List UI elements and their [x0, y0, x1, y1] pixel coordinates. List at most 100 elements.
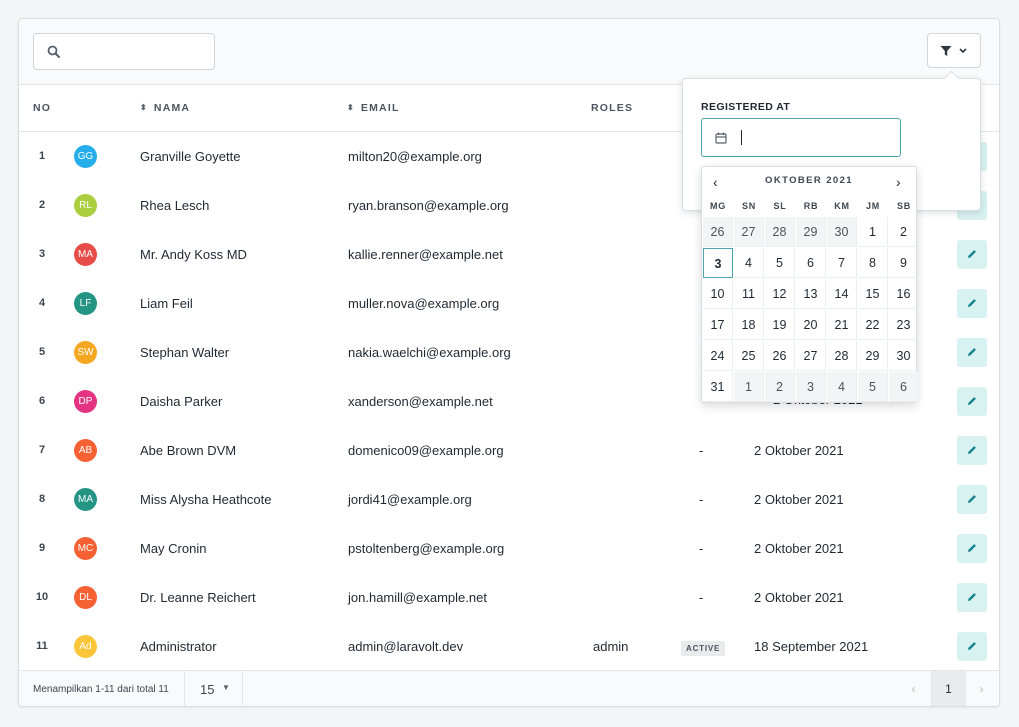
caret-down-icon: ▼ — [222, 683, 230, 692]
pagination: ‹ 1 › — [897, 671, 999, 706]
calendar-day[interactable]: 9 — [889, 248, 919, 278]
calendar-day[interactable]: 3 — [703, 248, 733, 278]
registered-date: 2 Oktober 2021 — [754, 541, 844, 556]
row-number: 5 — [38, 346, 46, 358]
calendar-day[interactable]: 30 — [889, 341, 919, 371]
calendar-day[interactable]: 2 — [889, 217, 919, 247]
calendar-day[interactable]: 25 — [734, 341, 764, 371]
calendar-day[interactable]: 29 — [858, 341, 888, 371]
user-email: jordi41@example.org — [348, 492, 472, 507]
calendar-day-outside-month[interactable]: 28 — [765, 217, 795, 247]
filter-button[interactable] — [927, 33, 981, 68]
calendar-day-outside-month[interactable]: 6 — [889, 372, 919, 402]
calendar-day[interactable]: 23 — [889, 310, 919, 340]
user-name: Daisha Parker — [140, 394, 223, 409]
next-page-button[interactable]: › — [965, 671, 998, 706]
user-status: - — [699, 492, 704, 507]
calendar-day[interactable]: 27 — [796, 341, 826, 371]
calendar-day[interactable]: 5 — [765, 248, 795, 278]
edit-button[interactable] — [957, 387, 987, 416]
calendar-day[interactable]: 22 — [858, 310, 888, 340]
calendar-day[interactable]: 24 — [703, 341, 733, 371]
pencil-icon — [968, 348, 976, 356]
calendar-day-outside-month[interactable]: 1 — [734, 372, 764, 402]
search-input[interactable] — [33, 33, 215, 70]
edit-button[interactable] — [957, 534, 987, 563]
table-toolbar — [19, 19, 999, 85]
registered-date: 2 Oktober 2021 — [754, 590, 844, 605]
user-email: milton20@example.org — [348, 149, 482, 164]
text-cursor — [741, 130, 742, 145]
calendar-day[interactable]: 14 — [827, 279, 857, 309]
user-roles: admin — [593, 639, 629, 654]
user-email: jon.hamill@example.net — [348, 590, 487, 605]
page-button[interactable]: 1 — [931, 671, 966, 706]
per-page-value: 15 — [200, 682, 215, 697]
sort-icon: ⬍ — [347, 103, 355, 112]
edit-button[interactable] — [957, 240, 987, 269]
calendar-day[interactable]: 6 — [796, 248, 826, 278]
calendar-day-outside-month[interactable]: 4 — [827, 372, 857, 402]
row-number: 7 — [38, 444, 46, 456]
next-month-button[interactable]: › — [896, 174, 901, 190]
pencil-icon — [968, 250, 976, 258]
avatar: MA — [74, 243, 97, 266]
calendar-day-outside-month[interactable]: 2 — [765, 372, 795, 402]
row-number: 3 — [38, 248, 46, 260]
edit-button[interactable] — [957, 583, 987, 612]
edit-button[interactable] — [957, 632, 987, 661]
avatar: SW — [74, 341, 97, 364]
calendar-day[interactable]: 18 — [734, 310, 764, 340]
calendar-day[interactable]: 20 — [796, 310, 826, 340]
filter-label-registered-at: REGISTERED AT — [701, 101, 791, 113]
calendar-day[interactable]: 4 — [734, 248, 764, 278]
column-header-email[interactable]: ⬍ EMAIL — [347, 102, 400, 114]
edit-button[interactable] — [957, 436, 987, 465]
calendar-day-outside-month[interactable]: 26 — [703, 217, 733, 247]
calendar-day[interactable]: 13 — [796, 279, 826, 309]
edit-button[interactable] — [957, 289, 987, 318]
column-header-name[interactable]: ⬍ NAMA — [140, 102, 190, 114]
calendar-day[interactable]: 16 — [889, 279, 919, 309]
edit-button[interactable] — [957, 485, 987, 514]
edit-button[interactable] — [957, 338, 987, 367]
user-email: ryan.branson@example.org — [348, 198, 509, 213]
registered-at-date-input[interactable] — [701, 118, 901, 157]
calendar-day[interactable]: 31 — [703, 372, 733, 402]
calendar-day[interactable]: 21 — [827, 310, 857, 340]
filter-icon — [940, 46, 952, 56]
registered-date: 2 Oktober 2021 — [754, 443, 844, 458]
search-icon — [47, 45, 61, 59]
status-badge: ACTIVE — [681, 641, 726, 656]
calendar-day[interactable]: 7 — [827, 248, 857, 278]
calendar-day-outside-month[interactable]: 29 — [796, 217, 826, 247]
user-name: Stephan Walter — [140, 345, 230, 360]
calendar-day[interactable]: 1 — [858, 217, 888, 247]
calendar-day[interactable]: 12 — [765, 279, 795, 309]
pencil-icon — [968, 593, 976, 601]
calendar-day-outside-month[interactable]: 5 — [858, 372, 888, 402]
column-header-name-label: NAMA — [153, 102, 191, 114]
user-email: xanderson@example.net — [348, 394, 493, 409]
calendar-day[interactable]: 8 — [858, 248, 888, 278]
calendar-day[interactable]: 19 — [765, 310, 795, 340]
avatar: DP — [74, 390, 97, 413]
calendar-day-outside-month[interactable]: 27 — [734, 217, 764, 247]
calendar-day[interactable]: 28 — [827, 341, 857, 371]
calendar-day-outside-month[interactable]: 30 — [827, 217, 857, 247]
table-row: 10 DL Dr. Leanne Reichert jon.hamill@exampl… — [19, 573, 999, 623]
weekday-label: SL — [773, 201, 787, 211]
calendar-day[interactable]: 17 — [703, 310, 733, 340]
user-status: - — [699, 541, 704, 556]
prev-page-button[interactable]: ‹ — [897, 671, 930, 706]
user-name: Liam Feil — [140, 296, 193, 311]
calendar-day[interactable]: 26 — [765, 341, 795, 371]
chevron-down-icon — [959, 48, 967, 54]
avatar: Ad — [74, 635, 97, 658]
per-page-select[interactable]: 15 ▼ — [184, 671, 243, 706]
user-email: pstoltenberg@example.org — [348, 541, 505, 556]
calendar-day[interactable]: 15 — [858, 279, 888, 309]
calendar-day[interactable]: 10 — [703, 279, 733, 309]
calendar-day-outside-month[interactable]: 3 — [796, 372, 826, 402]
calendar-day[interactable]: 11 — [734, 279, 764, 309]
